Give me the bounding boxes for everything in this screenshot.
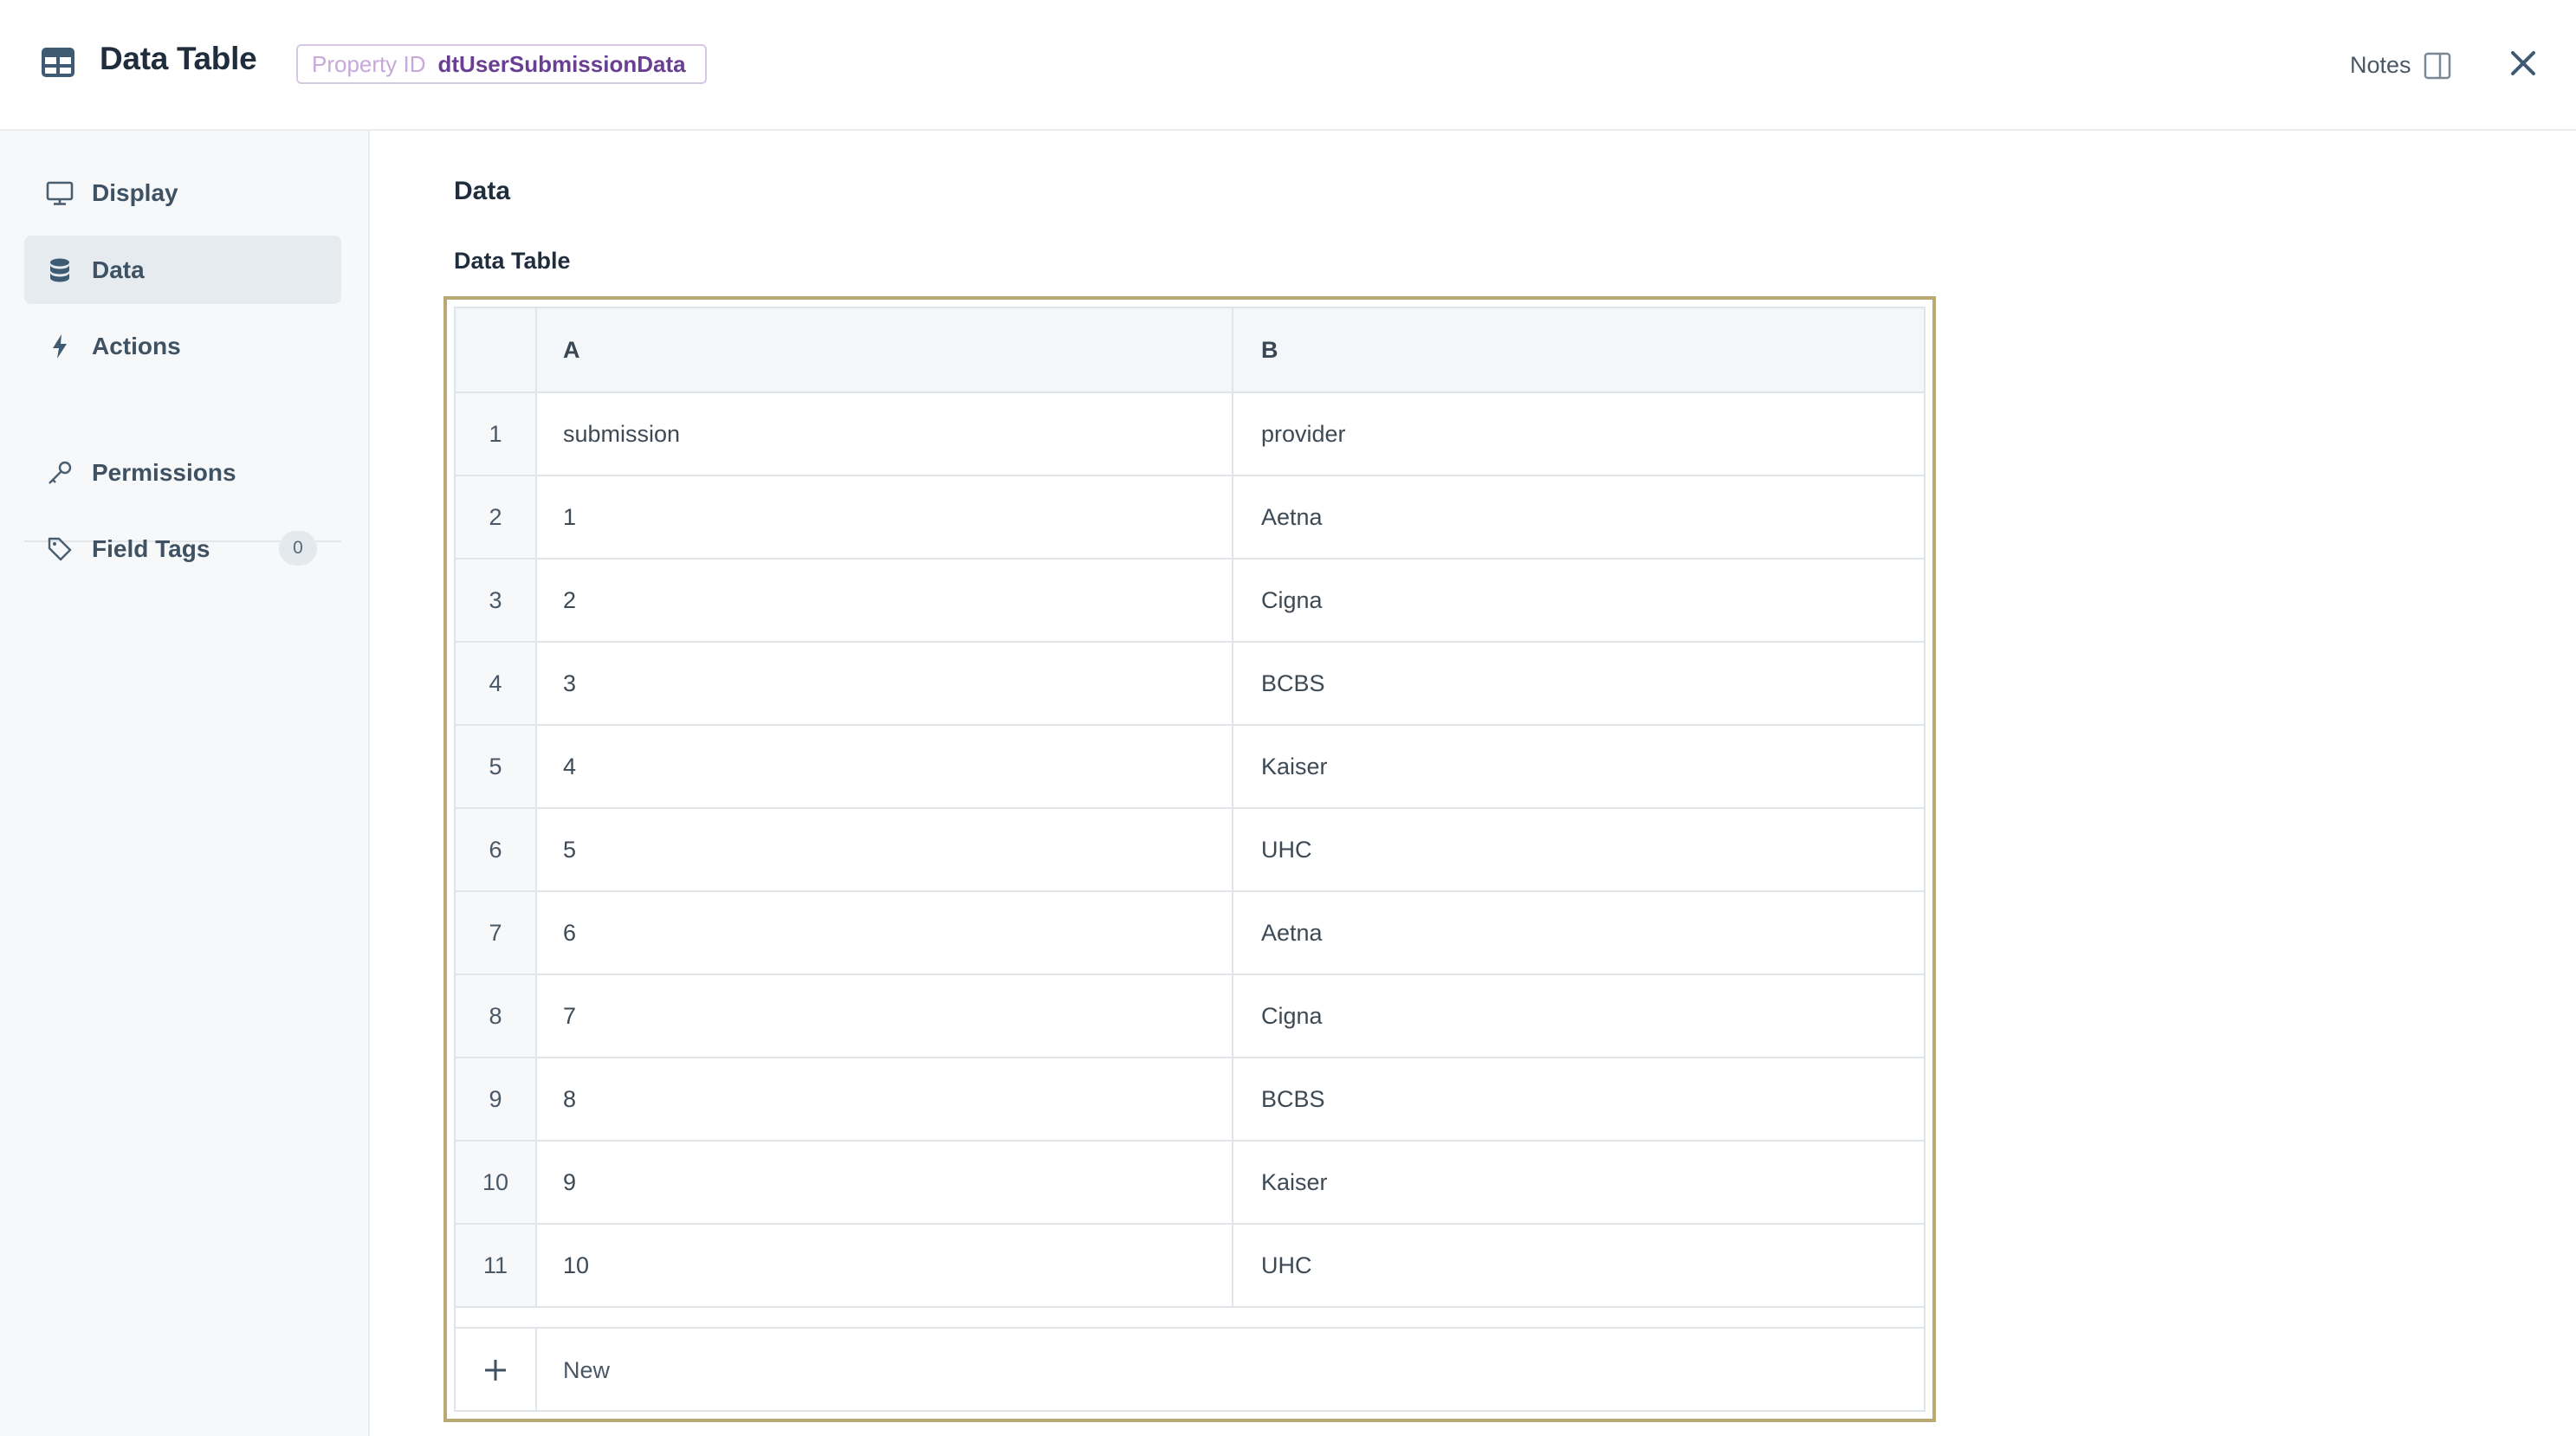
property-id-value: dtUserSubmissionData	[437, 50, 686, 77]
property-id-badge[interactable]: Property ID dtUserSubmissionData	[296, 44, 707, 84]
cell-a[interactable]: 10	[537, 1225, 1233, 1306]
sidebar-item-label: Data	[92, 256, 145, 283]
cell-a[interactable]: 6	[537, 892, 1233, 974]
sidebar-item-actions[interactable]: Actions	[24, 312, 341, 380]
sidebar-item-permissions[interactable]: Permissions	[24, 438, 341, 507]
new-row-label: New	[563, 1356, 611, 1383]
table-row: 8 7 Cigna	[456, 975, 1924, 1058]
row-index[interactable]: 4	[456, 643, 537, 724]
section-title: Data	[454, 177, 511, 205]
sidebar-item-display[interactable]: Display	[24, 158, 341, 227]
table-row: 9 8 BCBS	[456, 1058, 1924, 1142]
database-icon	[45, 256, 74, 285]
sidebar: Display Data Actions Permissions Field T…	[0, 131, 370, 1436]
data-table-editor: A B 1 submission provider 2 1 Aetna 3 2 …	[443, 296, 1936, 1422]
row-index[interactable]: 2	[456, 476, 537, 558]
sidebar-item-label: Actions	[92, 332, 181, 359]
monitor-icon	[45, 178, 74, 208]
cell-b[interactable]: UHC	[1233, 1225, 1924, 1306]
cell-a[interactable]: 8	[537, 1058, 1233, 1140]
tag-icon	[45, 534, 74, 564]
property-id-label: Property ID	[312, 50, 426, 77]
cell-a[interactable]: 2	[537, 560, 1233, 641]
sidebar-item-label: Permissions	[92, 458, 236, 486]
column-header-a[interactable]: A	[537, 308, 1233, 391]
corner-cell[interactable]	[456, 308, 537, 391]
key-icon	[45, 458, 74, 488]
notes-panel-icon[interactable]	[2423, 51, 2452, 81]
cell-b[interactable]: Aetna	[1233, 476, 1924, 558]
cell-b[interactable]: UHC	[1233, 809, 1924, 890]
lightning-icon	[45, 332, 74, 361]
cell-b[interactable]: BCBS	[1233, 643, 1924, 724]
sidebar-item-label: Display	[92, 178, 178, 206]
row-index[interactable]: 5	[456, 726, 537, 807]
cell-b[interactable]: Cigna	[1233, 560, 1924, 641]
column-header-b[interactable]: B	[1233, 308, 1924, 391]
row-index[interactable]: 11	[456, 1225, 537, 1306]
sidebar-item-label: Field Tags	[92, 534, 210, 562]
add-row-button[interactable]: New	[456, 1327, 1924, 1410]
sidebar-item-data[interactable]: Data	[24, 236, 341, 304]
row-index[interactable]: 1	[456, 393, 537, 475]
page-title: Data Table	[100, 41, 257, 76]
row-index[interactable]: 7	[456, 892, 537, 974]
modal-header: Data Table Property ID dtUserSubmissionD…	[0, 0, 2576, 131]
notes-label[interactable]: Notes	[2350, 52, 2411, 79]
cell-b[interactable]: provider	[1233, 393, 1924, 475]
row-index[interactable]: 8	[456, 975, 537, 1057]
data-grid: A B 1 submission provider 2 1 Aetna 3 2 …	[454, 307, 1926, 1412]
table-row: 3 2 Cigna	[456, 560, 1924, 643]
cell-b[interactable]: Kaiser	[1233, 726, 1924, 807]
row-index[interactable]: 9	[456, 1058, 537, 1140]
row-index[interactable]: 6	[456, 809, 537, 890]
cell-b[interactable]: Kaiser	[1233, 1142, 1924, 1223]
cell-a[interactable]: 3	[537, 643, 1233, 724]
row-index[interactable]: 3	[456, 560, 537, 641]
table-row: 10 9 Kaiser	[456, 1142, 1924, 1225]
cell-a[interactable]: 7	[537, 975, 1233, 1057]
field-tags-count-badge: 0	[279, 531, 317, 566]
table-title: Data Table	[454, 248, 571, 274]
table-row: 7 6 Aetna	[456, 892, 1924, 975]
cell-b[interactable]: Aetna	[1233, 892, 1924, 974]
cell-b[interactable]: BCBS	[1233, 1058, 1924, 1140]
sidebar-item-field-tags[interactable]: Field Tags 0	[24, 514, 341, 583]
row-index[interactable]: 10	[456, 1142, 537, 1223]
table-row: 2 1 Aetna	[456, 476, 1924, 560]
cell-a[interactable]: 4	[537, 726, 1233, 807]
plus-icon	[456, 1329, 537, 1410]
cell-a[interactable]: submission	[537, 393, 1233, 475]
cell-b[interactable]: Cigna	[1233, 975, 1924, 1057]
table-row: 4 3 BCBS	[456, 643, 1924, 726]
cell-a[interactable]: 1	[537, 476, 1233, 558]
table-row: 11 10 UHC	[456, 1225, 1924, 1308]
table-icon	[42, 48, 74, 77]
cell-a[interactable]: 5	[537, 809, 1233, 890]
table-row: 1 submission provider	[456, 393, 1924, 476]
table-row: 6 5 UHC	[456, 809, 1924, 892]
cell-a[interactable]: 9	[537, 1142, 1233, 1223]
table-row: 5 4 Kaiser	[456, 726, 1924, 809]
close-icon[interactable]	[2506, 46, 2540, 81]
table-header-row: A B	[456, 308, 1924, 393]
